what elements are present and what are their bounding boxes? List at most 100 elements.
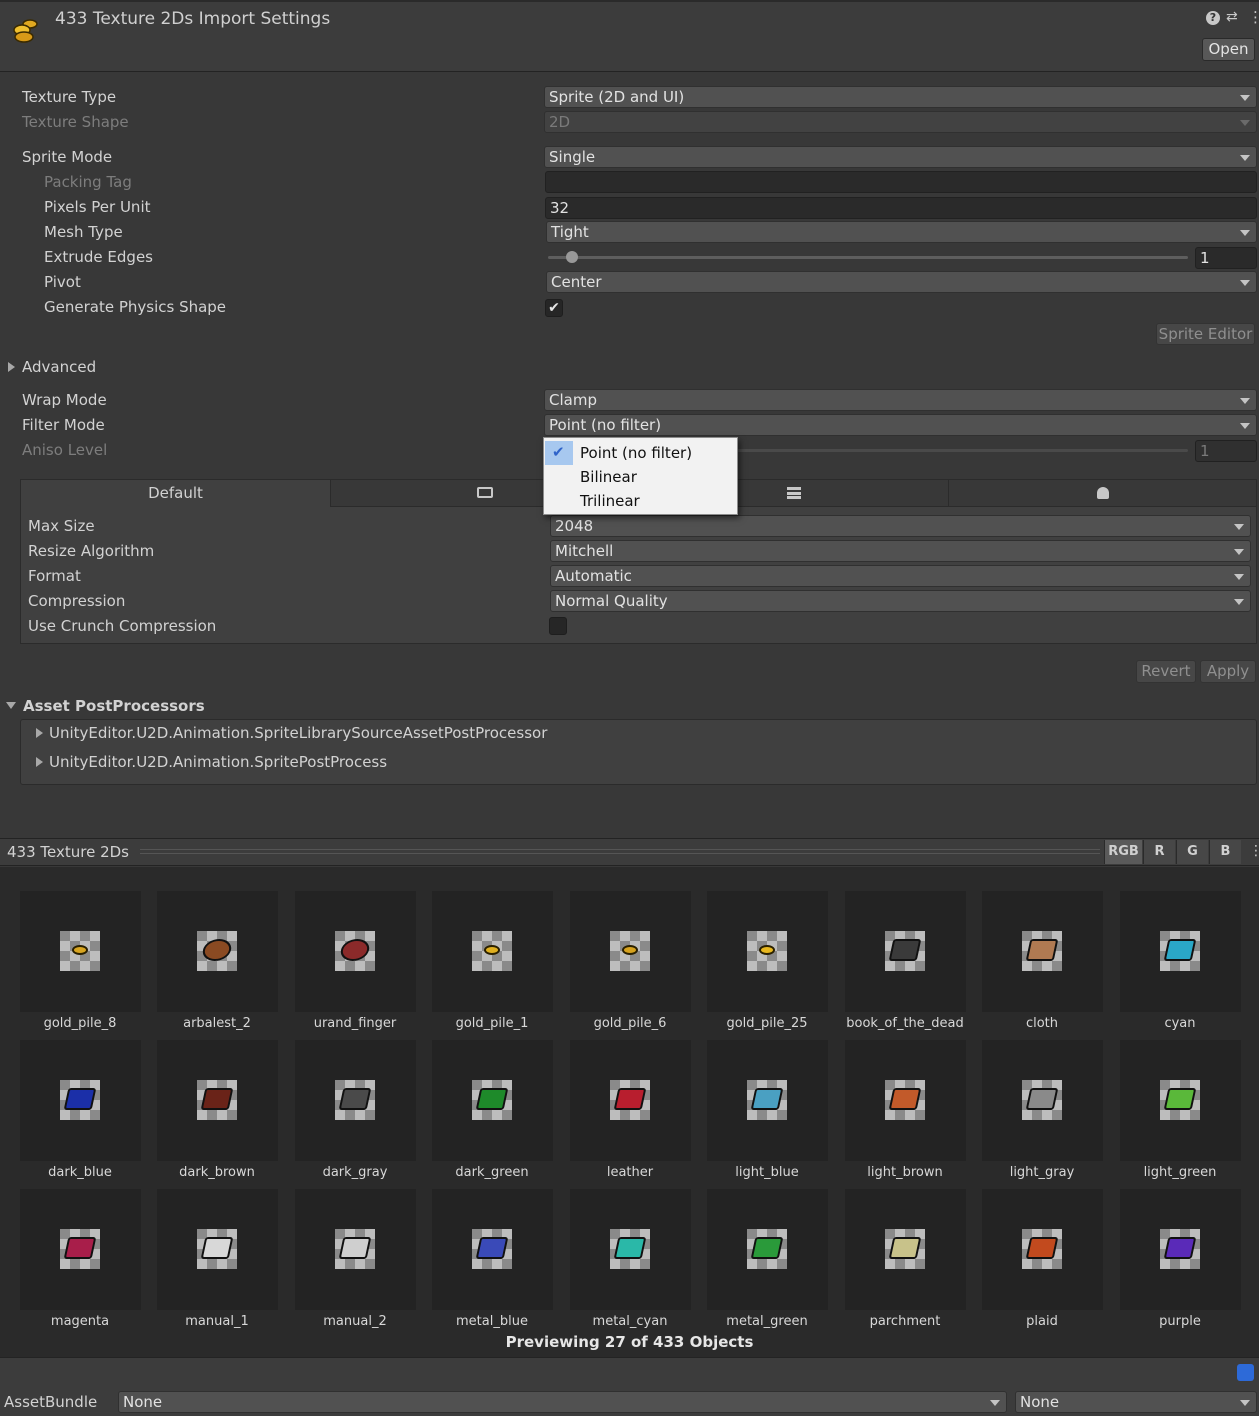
preview-tile[interactable] xyxy=(20,1189,141,1310)
help-icon[interactable]: ? xyxy=(1206,11,1220,25)
book-icon xyxy=(750,1088,784,1110)
assetbundle-dropdown[interactable]: None xyxy=(118,1391,1007,1413)
preview-tile[interactable] xyxy=(845,1189,966,1310)
aniso-input: 1 xyxy=(1195,440,1257,462)
max-size-dropdown[interactable]: 2048 xyxy=(550,515,1251,537)
more-options-icon[interactable]: ⋮ xyxy=(1248,8,1259,26)
compression-dropdown[interactable]: Normal Quality xyxy=(550,590,1251,612)
assetbundle-variant-dropdown[interactable]: None xyxy=(1015,1391,1257,1413)
postprocessors-foldout-arrow-icon[interactable] xyxy=(6,702,16,709)
revert-button[interactable]: Revert xyxy=(1136,660,1196,683)
extrude-slider-handle[interactable] xyxy=(566,251,578,263)
wrap-mode-dropdown[interactable]: Clamp xyxy=(544,389,1257,411)
preview-tile[interactable] xyxy=(20,1040,141,1161)
channel-r-button[interactable]: R xyxy=(1143,840,1175,864)
preview-tile-label: gold_pile_25 xyxy=(726,1016,808,1031)
book-icon xyxy=(338,1088,372,1110)
physics-shape-checkbox[interactable]: ✔ xyxy=(545,299,563,317)
preview-tile[interactable] xyxy=(570,1040,691,1161)
menu-item-trilinear[interactable]: Trilinear xyxy=(580,492,640,510)
mesh-type-dropdown[interactable]: Tight xyxy=(546,221,1257,243)
sprite-editor-button[interactable]: Sprite Editor xyxy=(1156,323,1255,345)
ring-icon xyxy=(338,939,372,961)
format-dropdown[interactable]: Automatic xyxy=(550,565,1251,587)
preview-tile-label: cyan xyxy=(1164,1016,1196,1031)
preview-tile[interactable] xyxy=(570,1189,691,1310)
preview-tile[interactable] xyxy=(845,1040,966,1161)
texture-thumbnail xyxy=(885,1080,925,1120)
ppu-input[interactable]: 32 xyxy=(545,197,1257,219)
postprocessors-title[interactable]: Asset PostProcessors xyxy=(23,697,205,715)
tab-android[interactable] xyxy=(948,479,1257,507)
preview-tile[interactable] xyxy=(845,891,966,1012)
postprocessor-expand-icon[interactable] xyxy=(36,757,43,767)
chevron-down-icon xyxy=(1240,120,1250,126)
preview-tile[interactable] xyxy=(707,1040,828,1161)
preview-tile[interactable] xyxy=(1120,891,1241,1012)
packing-tag-input[interactable] xyxy=(545,171,1257,193)
texture-type-dropdown[interactable]: Sprite (2D and UI) xyxy=(544,86,1257,108)
preview-tile[interactable] xyxy=(570,891,691,1012)
preview-more-icon[interactable]: ⋮ xyxy=(1249,843,1259,859)
channel-b-button[interactable]: B xyxy=(1209,840,1241,864)
crunch-compression-checkbox[interactable] xyxy=(549,617,567,635)
format-label: Format xyxy=(28,567,81,585)
texture-thumbnail xyxy=(747,931,787,971)
postprocessor-item[interactable]: UnityEditor.U2D.Animation.SpriteLibraryS… xyxy=(49,724,547,742)
preview-tile[interactable] xyxy=(295,1189,416,1310)
book-icon xyxy=(613,1237,647,1259)
chevron-down-icon xyxy=(1234,549,1244,555)
preview-tile[interactable] xyxy=(295,1040,416,1161)
extrude-slider-track[interactable] xyxy=(548,256,1188,259)
preview-tile-label: dark_green xyxy=(455,1165,529,1180)
preview-tile[interactable] xyxy=(707,1189,828,1310)
pivot-dropdown[interactable]: Center xyxy=(546,271,1257,293)
compression-value: Normal Quality xyxy=(555,592,668,610)
preview-tile-label: magenta xyxy=(50,1314,110,1329)
preview-tile[interactable] xyxy=(432,1040,553,1161)
preview-tile[interactable] xyxy=(157,891,278,1012)
compression-label: Compression xyxy=(28,592,126,610)
preview-tile[interactable] xyxy=(1120,1040,1241,1161)
texture-thumbnail xyxy=(1022,1229,1062,1269)
book-icon xyxy=(475,1237,509,1259)
advanced-foldout-arrow-icon[interactable] xyxy=(8,362,15,372)
preview-tile[interactable] xyxy=(157,1040,278,1161)
postprocessor-expand-icon[interactable] xyxy=(36,728,43,738)
preview-tile[interactable] xyxy=(982,1189,1103,1310)
presets-icon[interactable]: ⇄ xyxy=(1226,9,1238,25)
preview-tile[interactable] xyxy=(157,1189,278,1310)
open-button[interactable]: Open xyxy=(1202,38,1255,61)
ppu-label: Pixels Per Unit xyxy=(44,198,151,216)
postprocessor-item[interactable]: UnityEditor.U2D.Animation.SpritePostProc… xyxy=(49,753,387,771)
preview-drag-handle[interactable] xyxy=(140,849,1100,854)
filter-mode-dropdown[interactable]: Point (no filter) xyxy=(544,414,1257,436)
preview-tile[interactable] xyxy=(20,891,141,1012)
pivot-label: Pivot xyxy=(44,273,81,291)
menu-item-point[interactable]: Point (no filter) xyxy=(580,444,692,462)
book-icon xyxy=(475,1088,509,1110)
preview-tile-label: leather xyxy=(606,1165,654,1180)
preview-tile[interactable] xyxy=(295,891,416,1012)
preview-tile[interactable] xyxy=(1120,1189,1241,1310)
sprite-mode-dropdown[interactable]: Single xyxy=(544,146,1257,168)
texture-thumbnail xyxy=(60,1080,100,1120)
tab-default[interactable]: Default xyxy=(20,479,331,507)
apply-button[interactable]: Apply xyxy=(1200,660,1256,683)
channel-g-button[interactable]: G xyxy=(1176,840,1208,864)
preview-tile[interactable] xyxy=(982,891,1103,1012)
menu-item-bilinear[interactable]: Bilinear xyxy=(580,468,637,486)
texture-thumbnail xyxy=(472,1080,512,1120)
preview-tile-label: light_blue xyxy=(735,1165,799,1180)
extrude-input[interactable]: 1 xyxy=(1195,247,1257,269)
texture-thumbnail xyxy=(1022,1080,1062,1120)
preview-tile-label: metal_green xyxy=(726,1314,808,1329)
label-tag-icon[interactable] xyxy=(1237,1364,1254,1381)
preview-tile[interactable] xyxy=(982,1040,1103,1161)
resize-algorithm-dropdown[interactable]: Mitchell xyxy=(550,540,1251,562)
preview-tile[interactable] xyxy=(432,1189,553,1310)
advanced-foldout[interactable]: Advanced xyxy=(22,358,96,376)
preview-tile[interactable] xyxy=(707,891,828,1012)
channel-rgb-button[interactable]: RGB xyxy=(1104,840,1142,864)
preview-tile[interactable] xyxy=(432,891,553,1012)
